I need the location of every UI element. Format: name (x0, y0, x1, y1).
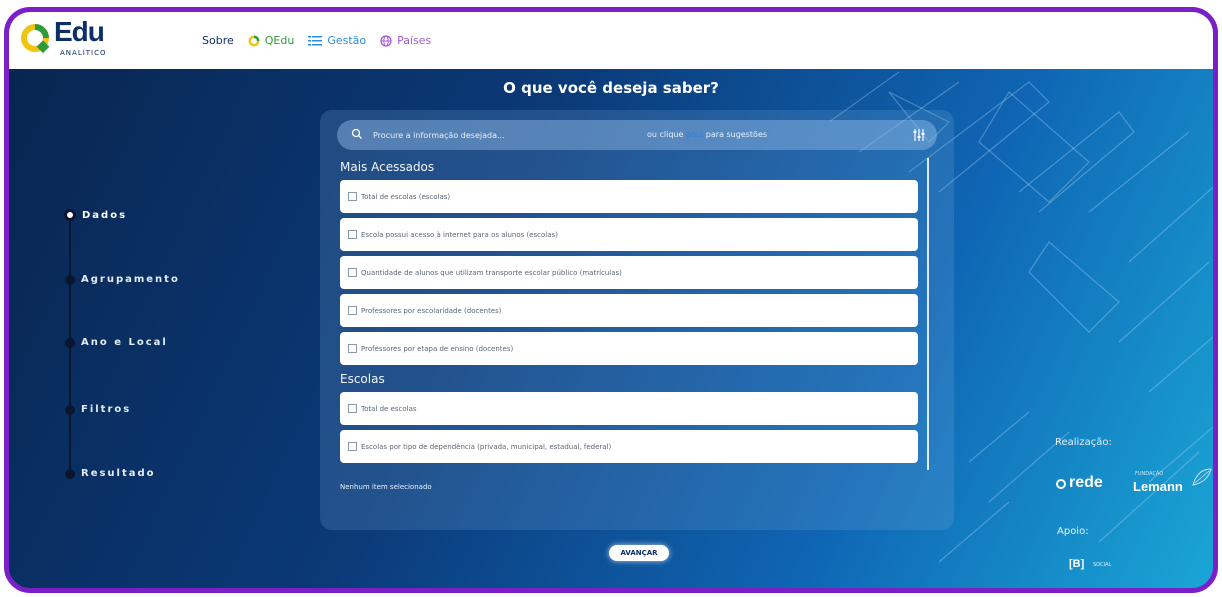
lemann-logo-small: FUNDAÇÃO (1135, 471, 1164, 477)
indicator-panel: ou clique aqui para sugestões Mais Acess… (320, 110, 954, 530)
step-dot-active (64, 209, 76, 221)
nav-gestao-label: Gestão (327, 34, 367, 47)
step-dot (65, 337, 75, 348)
nav-qedu-label: QEdu (264, 34, 295, 47)
search-icon (351, 128, 362, 139)
step-filtros[interactable]: Filtros (61, 404, 131, 415)
sliders-icon[interactable] (913, 128, 925, 142)
step-label: Resultado (81, 468, 156, 479)
list-item[interactable]: Total de escolas (escolas) (340, 180, 918, 213)
hint-before: ou clique (647, 130, 684, 139)
logo-text: Edu (54, 16, 105, 47)
list-item[interactable]: Professores por escolaridade (docentes) (340, 294, 918, 327)
selection-status: Nenhum item selecionado (340, 483, 432, 491)
item-label: Total de escolas (escolas) (361, 192, 451, 201)
list-icon (308, 35, 323, 45)
step-dot (65, 404, 75, 415)
hint-after: para sugestões (705, 130, 768, 139)
indicator-list[interactable]: Mais Acessados Total de escolas (escolas… (340, 158, 930, 470)
step-ano-local[interactable]: Ano e Local (61, 337, 168, 348)
checkbox[interactable] (348, 192, 357, 201)
nav-sobre-label: Sobre (202, 34, 234, 47)
nav-sobre[interactable]: Sobre (202, 34, 234, 47)
nav-qedu[interactable]: QEdu (248, 34, 295, 47)
qedu-icon (248, 35, 260, 46)
step-dot (65, 274, 75, 285)
checkbox[interactable] (348, 404, 357, 413)
list-item[interactable]: Escola possui acesso à internet para os … (340, 218, 918, 251)
nav-gestao[interactable]: Gestão (308, 34, 366, 47)
checkbox[interactable] (348, 344, 357, 353)
section-title: Escolas (340, 372, 385, 386)
checkbox[interactable] (348, 306, 357, 315)
b-social-logo: [B] (1069, 558, 1085, 570)
leaf-icon (1192, 468, 1212, 486)
checkbox[interactable] (348, 230, 357, 239)
globe-icon (380, 34, 392, 47)
realizacao-label: Realização: (1055, 437, 1112, 448)
item-label: Professores por etapa de ensino (docente… (361, 344, 514, 353)
rede-logo-icon (1056, 479, 1066, 489)
item-label: Escolas por tipo de dependência (privada… (361, 442, 612, 451)
item-label: Escola possui acesso à internet para os … (361, 230, 558, 239)
item-label: Professores por escolaridade (docentes) (361, 306, 502, 315)
step-label: Filtros (81, 404, 132, 415)
list-item[interactable]: Quantidade de alunos que utilizam transp… (340, 256, 918, 289)
lemann-logo: Lemann (1133, 479, 1183, 494)
checkbox[interactable] (348, 442, 357, 451)
list-item[interactable]: Professores por etapa de ensino (docente… (340, 332, 918, 365)
top-nav: Sobre QEdu Gestão Países (202, 34, 431, 47)
step-label: Ano e Local (81, 337, 168, 348)
qedu-logo-icon (21, 24, 50, 54)
suggestions-hint: ou clique aqui para sugestões (647, 130, 767, 139)
advance-button[interactable]: AVANÇAR (609, 545, 669, 561)
step-dados[interactable]: Dados (61, 209, 127, 221)
nav-paises[interactable]: Países (380, 34, 431, 47)
search-input[interactable] (373, 125, 623, 145)
apoio-label: Apoio: (1057, 526, 1089, 537)
logo-subtext: ANALÍTICO (60, 49, 107, 57)
rede-logo: rede (1069, 474, 1103, 491)
step-dot (65, 468, 75, 479)
scrollbar[interactable] (927, 158, 929, 470)
item-label: Total de escolas (361, 404, 417, 413)
section-title: Mais Acessados (340, 160, 435, 174)
step-agrupamento[interactable]: Agrupamento (61, 274, 180, 285)
list-item[interactable]: Total de escolas (340, 392, 918, 425)
nav-paises-label: Países (397, 34, 432, 47)
app-frame: Edu ANALÍTICO Sobre QEdu Gestão Países O… (4, 7, 1218, 593)
step-resultado[interactable]: Resultado (61, 468, 156, 479)
step-label: Dados (82, 209, 128, 221)
checkbox[interactable] (348, 268, 357, 277)
wizard-stepper: Dados Agrupamento Ano e Local Filtros Re… (61, 207, 261, 479)
item-label: Quantidade de alunos que utilizam transp… (361, 268, 622, 277)
search-bar: ou clique aqui para sugestões (337, 120, 937, 150)
top-bar: Edu ANALÍTICO Sobre QEdu Gestão Países (9, 12, 1213, 69)
step-label: Agrupamento (81, 274, 180, 285)
suggestions-link[interactable]: aqui (686, 130, 703, 139)
page-title: O que você deseja saber? (503, 79, 719, 97)
edu-logo[interactable]: Edu ANALÍTICO (21, 16, 121, 64)
social-logo-text: SOCIAL (1093, 562, 1112, 568)
list-item[interactable]: Escolas por tipo de dependência (privada… (340, 430, 918, 463)
